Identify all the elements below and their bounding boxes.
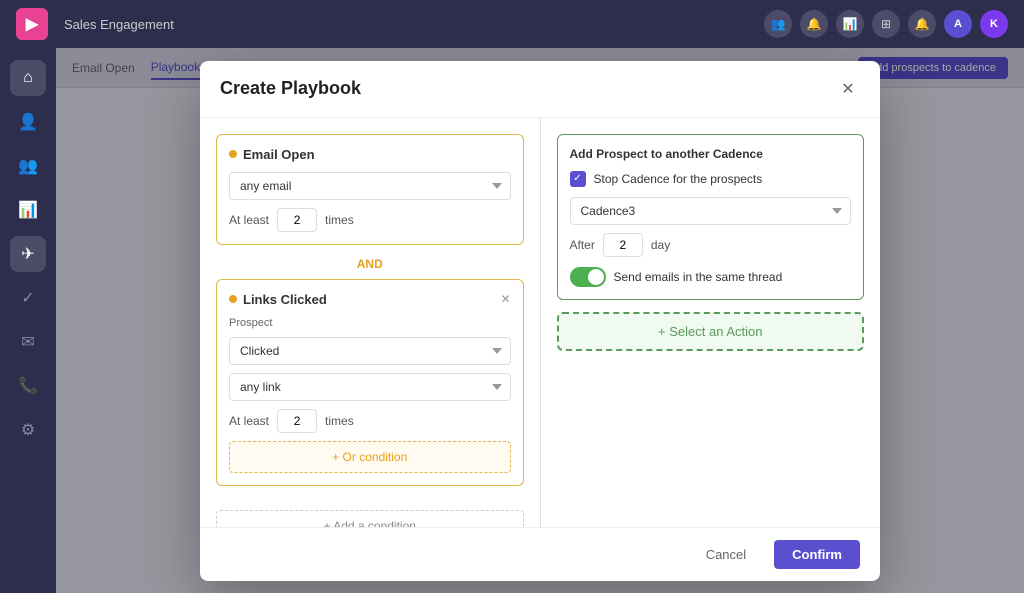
modal-header: Create Playbook ✕	[200, 61, 880, 118]
at-least-label-2: At least	[229, 414, 269, 428]
action-card-title: Add Prospect to another Cadence	[570, 147, 852, 161]
same-thread-label: Send emails in the same thread	[614, 270, 783, 284]
email-open-title: Email Open	[229, 147, 315, 162]
nav-users-icon[interactable]: 👥	[764, 10, 792, 38]
modal: Create Playbook ✕ E	[200, 61, 880, 581]
links-count-row: At least times	[229, 409, 511, 433]
sidebar-item-people[interactable]: 👥	[10, 148, 46, 184]
times-label: times	[325, 213, 354, 227]
email-open-dot	[229, 150, 237, 158]
left-panel: Email Open any email specific email	[200, 118, 541, 527]
after-input[interactable]	[603, 233, 643, 257]
sidebar-item-home[interactable]: ⌂	[10, 60, 46, 96]
content-area: Email Open Playbook add prospects to cad…	[56, 48, 1024, 593]
select-action-button[interactable]: + Select an Action	[557, 312, 865, 351]
sidebar: ⌂ 👤 👥 📊 ✈ ✓ ✉ 📞 ⚙	[0, 48, 56, 593]
cancel-button[interactable]: Cancel	[688, 540, 764, 569]
nav-icons: 👥 🔔 📊 ⊞ 🔔 A K	[764, 10, 1008, 38]
modal-overlay: Create Playbook ✕ E	[56, 48, 1024, 593]
links-clicked-card: Links Clicked ✕ Prospect Clicked	[216, 279, 524, 486]
email-open-header: Email Open	[229, 147, 511, 162]
links-clicked-header: Links Clicked ✕	[229, 292, 511, 307]
app-logo: ▶	[16, 8, 48, 40]
links-clicked-dot	[229, 295, 237, 303]
stop-cadence-label: Stop Cadence for the prospects	[594, 172, 763, 186]
clicked-select-row: Clicked Not Clicked	[229, 337, 511, 365]
clicked-select[interactable]: Clicked Not Clicked	[229, 337, 511, 365]
add-condition-button[interactable]: + Add a condition	[216, 510, 524, 527]
or-condition-button[interactable]: + Or condition	[229, 441, 511, 473]
sidebar-item-contacts[interactable]: 👤	[10, 104, 46, 140]
right-panel: Add Prospect to another Cadence ✓ Stop C…	[541, 118, 881, 527]
sidebar-item-reports[interactable]: 📊	[10, 192, 46, 228]
nav-bell-icon[interactable]: 🔔	[800, 10, 828, 38]
nav-notification-icon[interactable]: 🔔	[908, 10, 936, 38]
links-count-input[interactable]	[277, 409, 317, 433]
sidebar-item-tasks[interactable]: ✓	[10, 280, 46, 316]
cadence-select[interactable]: Cadence1 Cadence2 Cadence3	[570, 197, 852, 225]
email-open-count-row: At least times	[229, 208, 511, 232]
after-row: After day	[570, 233, 852, 257]
at-least-label: At least	[229, 213, 269, 227]
any-link-select-row: any link specific link	[229, 373, 511, 401]
top-navbar: ▶ Sales Engagement 👥 🔔 📊 ⊞ 🔔 A K	[0, 0, 1024, 48]
email-open-card: Email Open any email specific email	[216, 134, 524, 245]
prospect-label-row: Prospect	[229, 317, 511, 329]
nav-analytics-icon[interactable]: 📊	[836, 10, 864, 38]
sidebar-item-mail[interactable]: ✉	[10, 324, 46, 360]
sidebar-item-phone[interactable]: 📞	[10, 368, 46, 404]
app-title: Sales Engagement	[64, 17, 764, 32]
confirm-button[interactable]: Confirm	[774, 540, 860, 569]
after-suffix: day	[651, 238, 670, 252]
modal-footer: Cancel Confirm	[200, 527, 880, 581]
email-open-select[interactable]: any email specific email	[229, 172, 511, 200]
modal-title: Create Playbook	[220, 78, 361, 99]
nav-grid-icon[interactable]: ⊞	[872, 10, 900, 38]
and-divider[interactable]: AND	[216, 257, 524, 271]
any-link-select[interactable]: any link specific link	[229, 373, 511, 401]
times-label-2: times	[325, 414, 354, 428]
same-thread-row: Send emails in the same thread	[570, 267, 852, 287]
stop-cadence-row: ✓ Stop Cadence for the prospects	[570, 171, 852, 187]
action-card: Add Prospect to another Cadence ✓ Stop C…	[557, 134, 865, 300]
prospect-label: Prospect	[229, 317, 511, 329]
stop-cadence-checkbox[interactable]: ✓	[570, 171, 586, 187]
email-open-count-input[interactable]	[277, 208, 317, 232]
nav-avatar-k[interactable]: K	[980, 10, 1008, 38]
after-label: After	[570, 238, 595, 252]
main-area: ⌂ 👤 👥 📊 ✈ ✓ ✉ 📞 ⚙ Email Open Playbook ad…	[0, 48, 1024, 593]
modal-body: Email Open any email specific email	[200, 118, 880, 527]
links-clicked-close[interactable]: ✕	[500, 292, 510, 306]
nav-avatar-a[interactable]: A	[944, 10, 972, 38]
sidebar-item-send[interactable]: ✈	[10, 236, 46, 272]
same-thread-toggle[interactable]	[570, 267, 606, 287]
links-clicked-title: Links Clicked	[229, 292, 327, 307]
cadence-select-row: Cadence1 Cadence2 Cadence3	[570, 197, 852, 225]
modal-close-button[interactable]: ✕	[836, 77, 860, 101]
email-open-select-row: any email specific email	[229, 172, 511, 200]
app-shell: ▶ Sales Engagement 👥 🔔 📊 ⊞ 🔔 A K ⌂ 👤 👥 📊…	[0, 0, 1024, 593]
sidebar-item-settings[interactable]: ⚙	[10, 412, 46, 448]
